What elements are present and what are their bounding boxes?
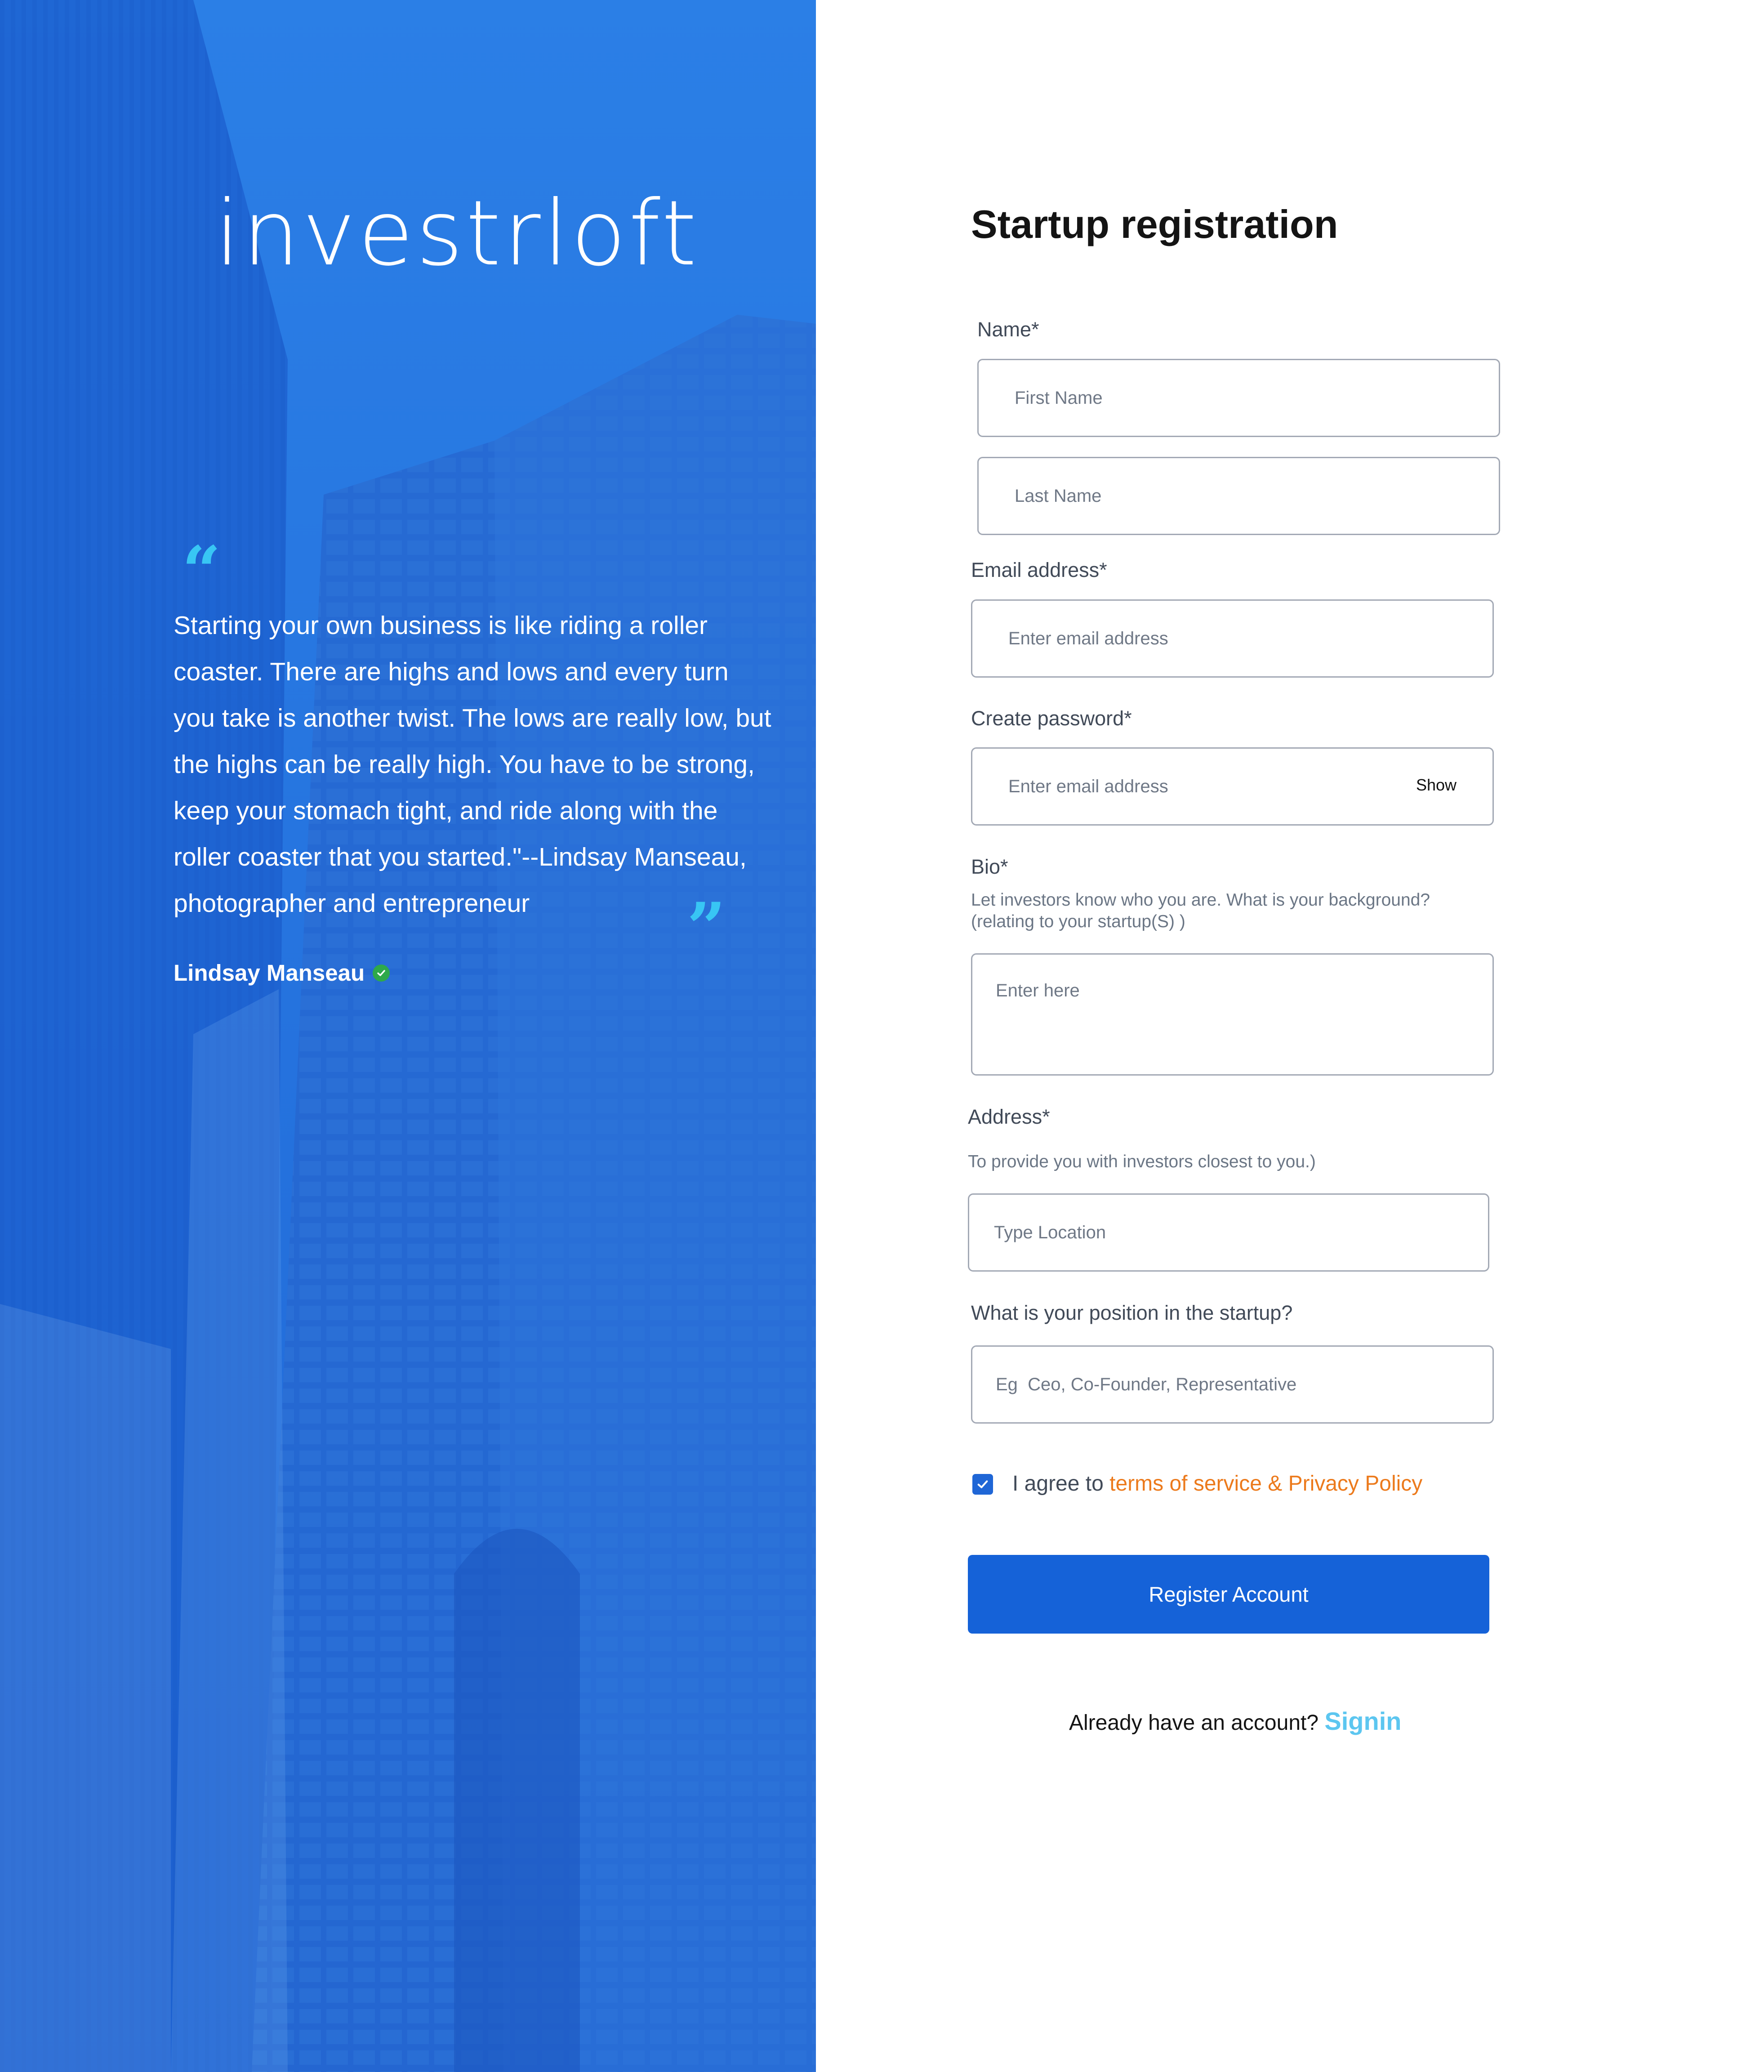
- brand-logo: investrloft: [215, 181, 699, 286]
- email-label: Email address*: [971, 558, 1107, 581]
- hero-panel: investrloft “ Starting your own business…: [0, 0, 816, 2072]
- position-input[interactable]: [971, 1345, 1494, 1424]
- signin-prompt-row: Already have an account? Signin: [1069, 1706, 1401, 1736]
- position-label: What is your position in the startup?: [971, 1301, 1293, 1324]
- testimonial-quote: Starting your own business is like ridin…: [174, 611, 771, 918]
- bio-hint: Let investors know who you are. What is …: [971, 890, 1430, 931]
- last-name-input[interactable]: [977, 457, 1500, 535]
- address-label: Address*: [968, 1105, 1050, 1128]
- signin-prompt: Already have an account?: [1069, 1711, 1325, 1735]
- open-quote-icon: “: [182, 531, 221, 611]
- register-account-button[interactable]: Register Account: [968, 1555, 1489, 1634]
- location-input[interactable]: [968, 1193, 1489, 1272]
- bio-label: Bio*: [971, 855, 1008, 878]
- name-label: Name*: [977, 318, 1039, 341]
- agree-prefix: I agree to: [1012, 1472, 1110, 1496]
- page-title: Startup registration: [971, 202, 1338, 246]
- address-hint: To provide you with investors closest to…: [968, 1152, 1316, 1171]
- check-icon: [977, 1480, 988, 1488]
- terms-checkbox[interactable]: [972, 1474, 993, 1495]
- close-quote-icon: ”: [687, 888, 726, 967]
- verified-check-icon: [373, 964, 390, 982]
- password-input[interactable]: [971, 747, 1494, 826]
- first-name-input[interactable]: [977, 359, 1500, 437]
- signin-link[interactable]: Signin: [1324, 1707, 1401, 1735]
- bio-textarea[interactable]: [971, 953, 1494, 1076]
- terms-link[interactable]: terms of service & Privacy Policy: [1109, 1472, 1422, 1496]
- terms-agreement: I agree to terms of service & Privacy Po…: [1012, 1471, 1422, 1496]
- show-password-button[interactable]: Show: [1416, 776, 1457, 795]
- building-background-image: [0, 0, 816, 2072]
- testimonial-author: Lindsay Manseau: [174, 960, 390, 986]
- email-input[interactable]: [971, 599, 1494, 678]
- author-name: Lindsay Manseau: [174, 960, 365, 986]
- password-label: Create password*: [971, 707, 1132, 730]
